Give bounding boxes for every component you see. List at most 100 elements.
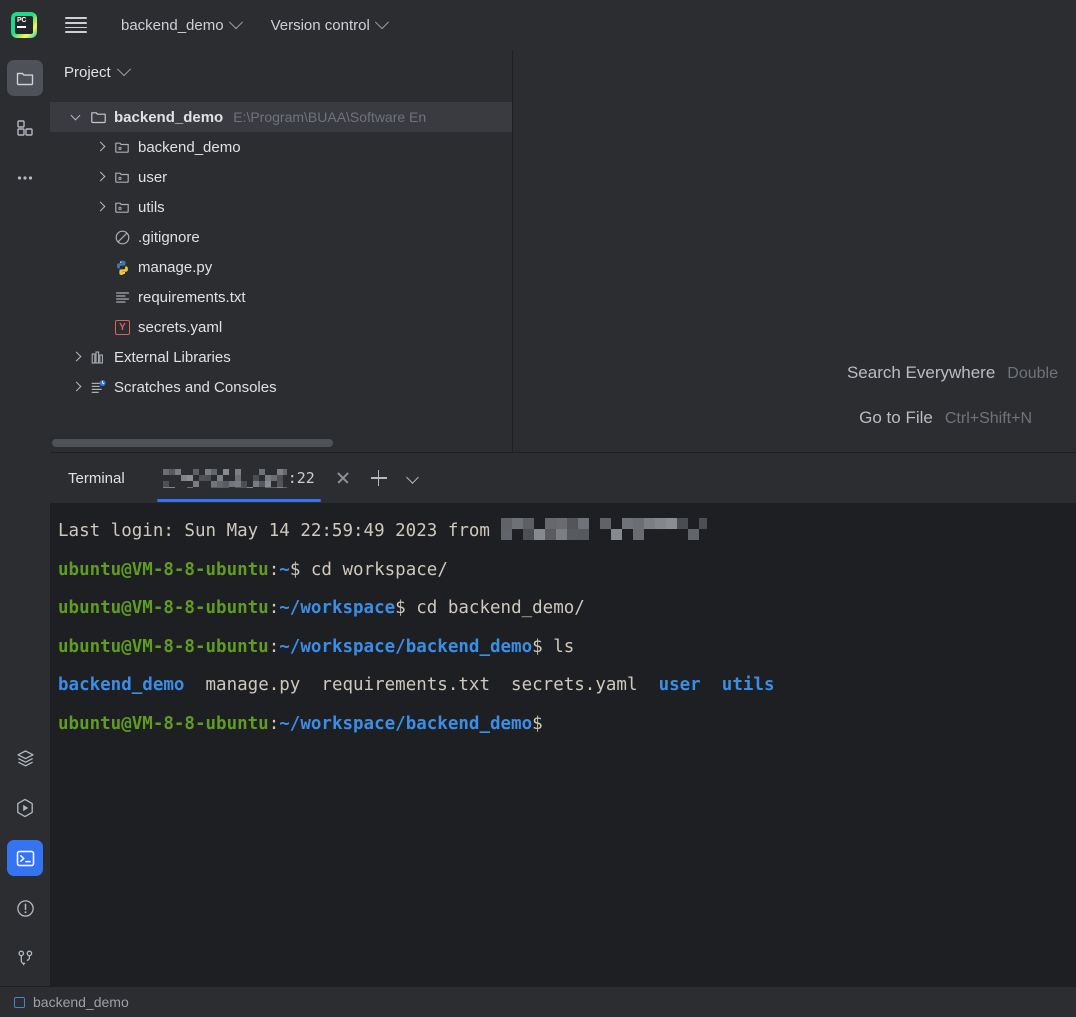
tree-spacer (96, 292, 106, 302)
sidebar-item-terminal[interactable] (7, 840, 43, 876)
sidebar-item-project[interactable] (7, 60, 43, 96)
chevron-right-icon[interactable] (96, 142, 106, 152)
terminal-line: ubuntu@VM-8-8-ubuntu:~/workspace$ cd bac… (58, 589, 1076, 628)
status-bar: backend_demo (0, 986, 1076, 1017)
chevron-down-icon[interactable] (405, 470, 421, 486)
close-icon[interactable] (335, 470, 351, 486)
tree-item-secrets-yaml[interactable]: Ysecrets.yaml (50, 312, 512, 342)
project-file-tree[interactable]: backend_demoE:\Program\BUAA\Software Enb… (50, 102, 512, 402)
chevron-right-icon[interactable] (72, 352, 82, 362)
terminal-tab-port: :22 (288, 469, 315, 487)
sidebar-item-run[interactable] (7, 790, 43, 826)
active-tab-underline (157, 499, 321, 502)
terminal-output[interactable]: Last login: Sun May 14 22:59:49 2023 fro… (50, 503, 1076, 988)
project-selector-button[interactable]: backend_demo (113, 13, 249, 38)
terminal-text: ~/workspace (279, 598, 395, 618)
terminal-text: $ (532, 714, 553, 734)
square-outline-icon (14, 997, 25, 1008)
main-toolbar: PC backend_demo Version control (0, 0, 1076, 50)
terminal-text: $ cd workspace/ (290, 560, 448, 580)
terminal-text: Last login: Sun May 14 22:59:49 2023 fro… (58, 521, 501, 541)
terminal-line: Last login: Sun May 14 22:59:49 2023 fro… (58, 512, 1076, 551)
editor-empty-area: Search Everywhere Double Go to File Ctrl… (513, 50, 1076, 452)
python-file-icon (114, 259, 131, 276)
tree-item-label: requirements.txt (138, 289, 246, 306)
pycharm-logo-icon: PC (11, 12, 37, 38)
version-control-label: Version control (271, 17, 370, 34)
tree-item-requirements-txt[interactable]: requirements.txt (50, 282, 512, 312)
terminal-text: ~ (279, 560, 290, 580)
terminal-line: ubuntu@VM-8-8-ubuntu:~/workspace/backend… (58, 628, 1076, 667)
tree-horizontal-scrollbar-thumb[interactable] (52, 439, 333, 447)
module-folder-icon (114, 169, 131, 186)
chevron-down-icon[interactable] (117, 62, 131, 76)
chevron-right-icon[interactable] (96, 202, 106, 212)
terminal-text: $ ls (532, 637, 574, 657)
library-icon (90, 349, 107, 366)
terminal-text: : (269, 637, 280, 657)
hint-action-label: Go to File (859, 408, 933, 428)
hamburger-menu-icon[interactable] (65, 14, 87, 36)
git-branch-icon (15, 948, 36, 969)
tree-item-label: backend_demo (114, 109, 223, 126)
chevron-right-icon[interactable] (96, 172, 106, 182)
tree-item-label: secrets.yaml (138, 319, 222, 336)
ellipsis-icon (15, 168, 35, 188)
gitignore-circle-slash-icon (114, 229, 131, 246)
tree-item-backend-demo[interactable]: backend_demoE:\Program\BUAA\Software En (50, 102, 512, 132)
terminal-line: ubuntu@VM-8-8-ubuntu:~/workspace/backend… (58, 705, 1076, 744)
tree-item-external-libraries[interactable]: External Libraries (50, 342, 512, 372)
terminal-text: ubuntu@VM-8-8-ubuntu (58, 598, 269, 618)
run-hexagon-icon (14, 797, 36, 819)
terminal-text: manage.py requirements.txt secrets.yaml (184, 675, 658, 695)
hint-shortcut-label: Ctrl+Shift+N (945, 410, 1032, 428)
tree-item-label: .gitignore (138, 229, 200, 246)
text-file-icon (114, 289, 131, 306)
add-tab-icon[interactable] (369, 468, 389, 488)
terminal-text: : (269, 560, 280, 580)
terminal-icon (15, 848, 36, 869)
terminal-text: $ cd backend_demo/ (395, 598, 585, 618)
status-bar-project-label: backend_demo (33, 994, 129, 1010)
terminal-text: utils (722, 675, 775, 695)
tree-item--gitignore[interactable]: .gitignore (50, 222, 512, 252)
hint-action-label: Search Everywhere (847, 363, 995, 383)
terminal-text: : (269, 714, 280, 734)
terminal-session-tab[interactable]: :22 (157, 454, 321, 502)
module-folder-icon (114, 199, 131, 216)
chevron-down-icon (375, 15, 389, 29)
sidebar-item-problems[interactable] (7, 890, 43, 926)
tree-item-manage-py[interactable]: manage.py (50, 252, 512, 282)
hint-search-everywhere: Search Everywhere Double (847, 363, 1058, 383)
sidebar-item-more[interactable] (7, 160, 43, 196)
terminal-tool-window: Terminal :22 Last login: Sun May 14 22:5… (50, 452, 1076, 988)
redacted-ip-address (501, 518, 707, 540)
version-control-button[interactable]: Version control (263, 13, 395, 38)
terminal-text: backend_demo (58, 675, 184, 695)
status-bar-project[interactable]: backend_demo (14, 994, 129, 1010)
terminal-text: user (659, 675, 701, 695)
project-panel-title: Project (64, 64, 111, 81)
left-tool-rail (0, 50, 51, 987)
sidebar-item-version-control[interactable] (7, 940, 43, 976)
chevron-down-icon[interactable] (72, 112, 82, 122)
sidebar-item-structure[interactable] (7, 110, 43, 146)
terminal-text: ubuntu@VM-8-8-ubuntu (58, 714, 269, 734)
tree-item-scratches-and-consoles[interactable]: Scratches and Consoles (50, 372, 512, 402)
tree-item-backend-demo[interactable]: backend_demo (50, 132, 512, 162)
tree-spacer (96, 322, 106, 332)
chevron-right-icon[interactable] (72, 382, 82, 392)
hint-shortcut-label: Double (1007, 365, 1058, 383)
terminal-text: ubuntu@VM-8-8-ubuntu (58, 560, 269, 580)
sidebar-item-database[interactable] (7, 740, 43, 776)
terminal-tab-bar: Terminal :22 (50, 453, 1076, 503)
terminal-panel-title: Terminal (68, 470, 125, 487)
tree-horizontal-scrollbar-track (50, 434, 512, 452)
terminal-text: : (269, 598, 280, 618)
structure-blocks-icon (15, 118, 35, 138)
project-panel-header[interactable]: Project (50, 50, 512, 94)
tree-item-label: Scratches and Consoles (114, 379, 277, 396)
tree-item-user[interactable]: user (50, 162, 512, 192)
terminal-text: ~/workspace/backend_demo (279, 637, 532, 657)
tree-item-utils[interactable]: utils (50, 192, 512, 222)
